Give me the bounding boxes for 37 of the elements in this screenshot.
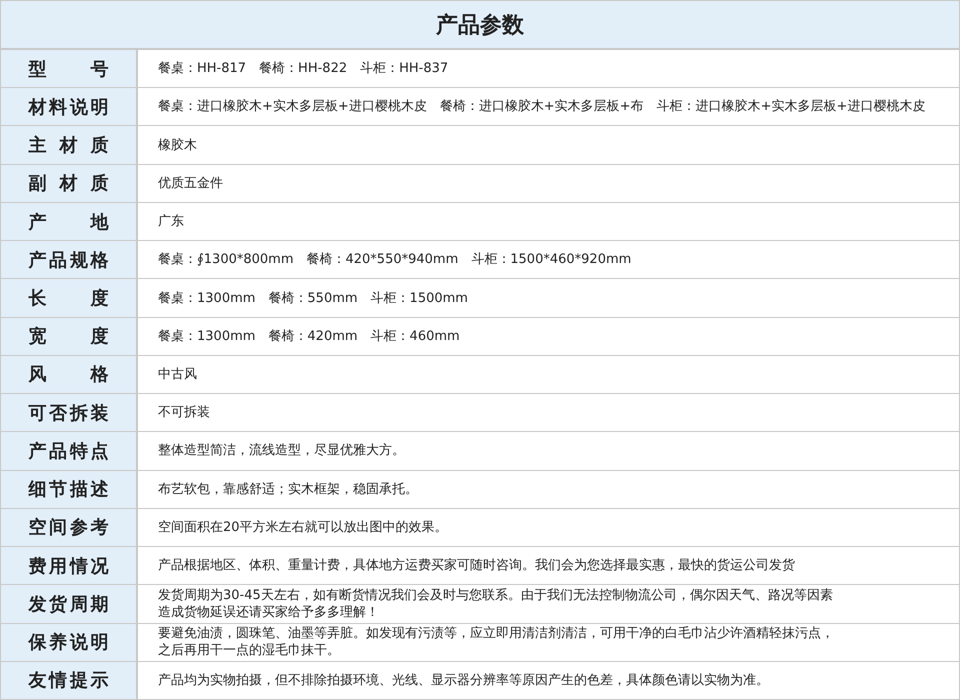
label-cell: 风 格 (1, 356, 138, 394)
value-cell-text: 空间面积在20平方米左右就可以放出图中的效果。 (157, 518, 449, 537)
label-cell: 发货周期 (1, 585, 138, 623)
value-cell-text: 不可拆装 (157, 404, 211, 422)
label-cell: 空间参考 (1, 508, 138, 546)
label-cell: 型 号 (1, 50, 138, 88)
label-cell: 主 材 质 (1, 126, 138, 164)
label-cell: 材料说明 (1, 88, 138, 126)
label-cell: 细节描述 (1, 470, 138, 508)
value-cell-text: 产品根据地区、体积、重量计费，具体地方运费买家可随时咨询。我们会为您选择最实惠，最快的货运公司发货 (157, 557, 796, 576)
label-cell: 副 材 质 (1, 164, 138, 202)
value-cell-text: 餐桌：HH-817 餐椅：HH-822 斗柜：HH-837 (157, 60, 450, 78)
value-cell-text: 广东 (157, 213, 185, 232)
value-text: 造成货物延误还请买家给予多多理解！ (158, 604, 379, 621)
label-cell: 保养说明 (1, 624, 138, 661)
value-cell-text: 餐桌：1300mm 餐椅：420mm 斗柜：460mm (157, 328, 461, 346)
value-cell-text: 布艺软包，靠感舒适；实木框架，稳固承托。 (157, 480, 419, 499)
value-text: 发货周期为30-45天左右，如有断货情况我们会及时与您联系。由于我们无法控制物流公司，偶尔因天气、路况等因素 (158, 586, 833, 604)
label-cell: 产 地 (1, 202, 138, 240)
table-title: 产品参数 (1, 1, 959, 50)
value-cell-text: 橡胶木 (157, 136, 198, 155)
label-cell: 产品特点 (1, 432, 138, 470)
label-cell: 友情提示 (1, 662, 138, 699)
label-cell: 长 度 (1, 279, 138, 317)
value-cell-text: 产品均为实物拍摄，但不排除拍摄环境、光线、显示器分辨率等原因产生的色差，具体颜色请以实物为准。 (157, 672, 770, 690)
value-cell-text: 优质五金件 (157, 174, 224, 193)
value-text: 之后再用干一点的湿毛巾抹干。 (158, 642, 340, 660)
value-cell-text: 餐桌：∮1300*800mm 餐椅：420*550*940mm 斗柜：1500*460*920mm (157, 251, 632, 270)
value-cell-text: 餐桌：进口橡胶木+实木多层板+进口樱桃木皮 餐椅：进口橡胶木+实木多层板+布 斗柜：进口橡胶木+实木多层板+进口樱桃木皮 (157, 98, 926, 116)
value-text: 要避免油渍，圆珠笔、油墨等弄脏。如发现有污渍等，应立即用清洁剂清洁，可用干净的白毛巾沾少许酒精轻抹污点， (158, 625, 834, 642)
label-cell: 费用情况 (1, 547, 138, 584)
value-cell-text: 餐桌：1300mm 餐椅：550mm 斗柜：1500mm (157, 290, 469, 308)
value-cell-text: 中古风 (157, 366, 198, 384)
label-cell: 可否拆装 (1, 394, 138, 432)
label-cell: 产品规格 (1, 241, 138, 278)
label-cell: 宽 度 (1, 318, 138, 355)
value-cell-text: 整体造型简洁，流线造型，尽显优雅大方。 (157, 442, 406, 460)
